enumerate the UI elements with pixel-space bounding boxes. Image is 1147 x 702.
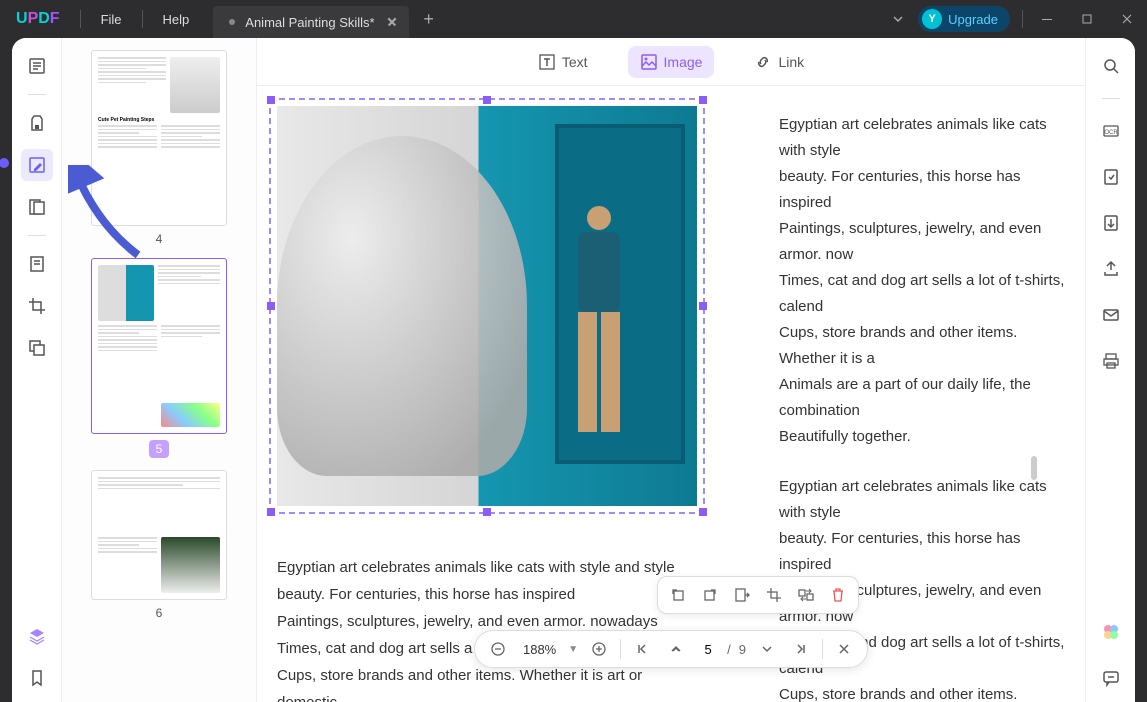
- app-logo: UPDF: [0, 10, 76, 28]
- close-tab-icon[interactable]: [385, 15, 399, 29]
- flower-icon[interactable]: [1095, 616, 1127, 648]
- ocr-icon[interactable]: OCR: [1095, 115, 1127, 147]
- selection-border[interactable]: [269, 98, 705, 514]
- titlebar: UPDF File Help Animal Painting Skills* +…: [0, 0, 1147, 38]
- minimize-button[interactable]: [1027, 0, 1067, 38]
- selected-image[interactable]: [277, 106, 697, 506]
- tabs-chevron-icon[interactable]: [878, 13, 918, 25]
- crop-tool-icon[interactable]: [21, 290, 53, 322]
- search-icon[interactable]: [1095, 50, 1127, 82]
- convert-icon[interactable]: [1095, 161, 1127, 193]
- zoom-out-icon[interactable]: [485, 636, 511, 662]
- bookmark-icon[interactable]: [21, 662, 53, 694]
- tool-7-icon[interactable]: [21, 332, 53, 364]
- image-tool-button[interactable]: Image: [628, 46, 715, 78]
- page-sep: /: [727, 642, 731, 657]
- left-rail: [12, 38, 62, 702]
- help-menu[interactable]: Help: [147, 12, 206, 27]
- resize-handle-ml[interactable]: [267, 302, 275, 310]
- print-icon[interactable]: [1095, 345, 1127, 377]
- page-nav-bar: 188% ▼ / 9: [474, 630, 868, 668]
- image-edit-toolbar: [657, 576, 859, 614]
- page-total: 9: [739, 642, 746, 657]
- page-body-text: Egyptian art celebrates animals like cat…: [277, 554, 697, 702]
- tab-title: Animal Painting Skills*: [245, 15, 374, 30]
- zoom-in-icon[interactable]: [586, 636, 612, 662]
- close-window-button[interactable]: [1107, 0, 1147, 38]
- text-tool-button[interactable]: Text: [526, 46, 600, 78]
- link-tool-button[interactable]: Link: [742, 46, 816, 78]
- resize-handle-bl[interactable]: [267, 508, 275, 516]
- extract-image-icon[interactable]: [728, 581, 756, 609]
- comment-tool-icon[interactable]: [21, 107, 53, 139]
- edit-pdf-icon[interactable]: [21, 149, 53, 181]
- thumbnail-page-4[interactable]: Cute Pet Painting Steps 4: [78, 50, 240, 246]
- last-page-icon[interactable]: [788, 636, 814, 662]
- thumbnail-page-6[interactable]: 6: [78, 470, 240, 620]
- close-bar-icon[interactable]: [831, 636, 857, 662]
- zoom-dropdown-icon[interactable]: ▼: [568, 644, 578, 655]
- resize-handle-tm[interactable]: [483, 96, 491, 104]
- resize-handle-br[interactable]: [699, 508, 707, 516]
- thumbnail-page-5[interactable]: 5: [78, 258, 240, 458]
- right-rail: OCR: [1085, 38, 1135, 702]
- upgrade-button[interactable]: Y Upgrade: [918, 6, 1010, 32]
- thumbnail-panel: Cute Pet Painting Steps 4: [62, 38, 257, 702]
- resize-handle-mr[interactable]: [699, 302, 707, 310]
- tab-modified-dot: [229, 19, 235, 25]
- compress-icon[interactable]: [1095, 207, 1127, 239]
- content-area: Text Image Link: [257, 38, 1085, 702]
- scrollbar-thumb[interactable]: [1031, 456, 1037, 480]
- delete-image-icon[interactable]: [824, 581, 852, 609]
- tool-5-icon[interactable]: [21, 248, 53, 280]
- svg-text:OCR: OCR: [1104, 130, 1118, 136]
- user-avatar: Y: [922, 9, 942, 29]
- resize-handle-tr[interactable]: [699, 96, 707, 104]
- main-area: Cute Pet Painting Steps 4: [12, 38, 1135, 702]
- next-page-icon[interactable]: [754, 636, 780, 662]
- resize-handle-bm[interactable]: [483, 508, 491, 516]
- new-tab-button[interactable]: +: [415, 5, 443, 33]
- page-input[interactable]: [697, 642, 719, 657]
- rotate-right-icon[interactable]: [696, 581, 724, 609]
- first-page-icon[interactable]: [629, 636, 655, 662]
- prev-page-icon[interactable]: [663, 636, 689, 662]
- crop-image-icon[interactable]: [760, 581, 788, 609]
- rotate-left-icon[interactable]: [664, 581, 692, 609]
- share-icon[interactable]: [1095, 253, 1127, 285]
- edit-toolbar: Text Image Link: [257, 38, 1085, 86]
- zoom-level: 188%: [519, 642, 560, 657]
- maximize-button[interactable]: [1067, 0, 1107, 38]
- file-menu[interactable]: File: [85, 12, 138, 27]
- chat-icon[interactable]: [1095, 662, 1127, 694]
- layers-icon[interactable]: [21, 620, 53, 652]
- replace-image-icon[interactable]: [792, 581, 820, 609]
- document-tab[interactable]: Animal Painting Skills*: [213, 6, 408, 38]
- reader-mode-icon[interactable]: [21, 50, 53, 82]
- email-icon[interactable]: [1095, 299, 1127, 331]
- side-indicator-dot: [0, 158, 9, 168]
- upgrade-label: Upgrade: [948, 12, 998, 27]
- resize-handle-tl[interactable]: [267, 96, 275, 104]
- page-tools-icon[interactable]: [21, 191, 53, 223]
